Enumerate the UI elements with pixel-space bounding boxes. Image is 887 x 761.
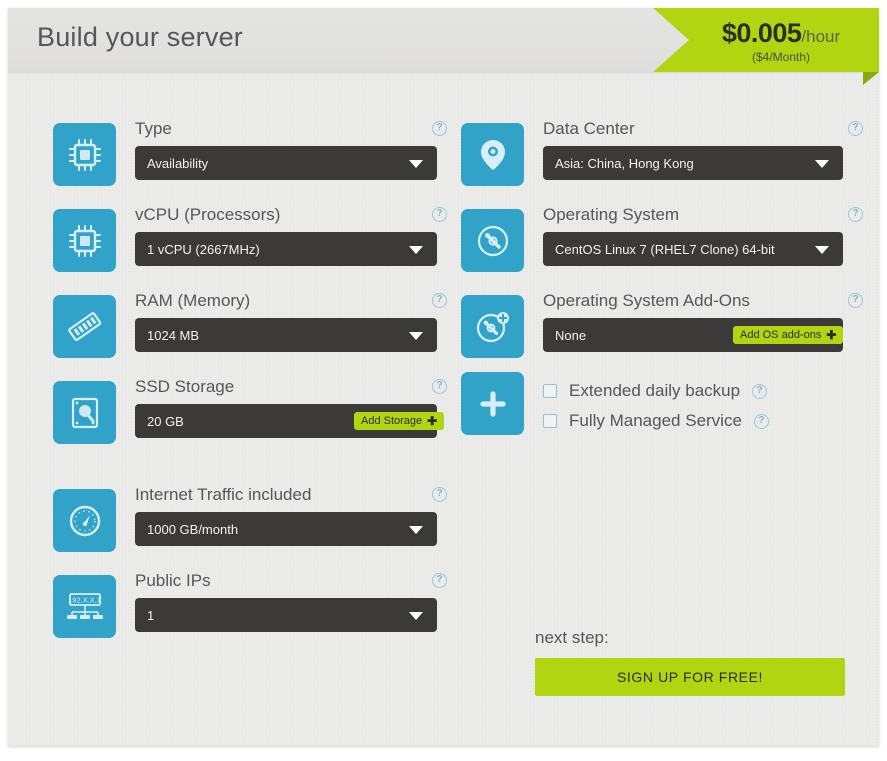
network-ip-icon: 192.X.X.X [53,575,116,638]
select-ram[interactable]: 1024 MB [135,318,437,352]
select-vcpu[interactable]: 1 vCPU (2667MHz) [135,232,437,266]
field-type: Type ? Availability [45,108,447,186]
price-monthly: ($4/Month) [751,50,811,64]
checkbox-fully-managed-service[interactable] [543,414,557,428]
select-value: 20 GB [147,413,184,429]
help-icon[interactable]: ? [432,487,447,502]
chevron-down-icon [409,526,423,534]
checkbox-extended-daily-backup[interactable] [543,384,557,398]
select-value: Asia: China, Hong Kong [555,155,694,171]
cpu-chip-icon [53,123,116,186]
help-icon[interactable]: ? [848,121,863,136]
chevron-down-icon [409,246,423,254]
speedometer-icon [53,489,116,552]
field-body: Type ? Availability [135,108,447,180]
field-label-os-addons: Operating System Add-Ons [543,291,750,310]
field-body: Public IPs ? 1 [135,560,447,632]
field-body: Operating System Add-Ons ? None Add OS a… [543,280,863,352]
help-icon[interactable]: ? [432,293,447,308]
price-main: $0.005/hour [653,18,879,49]
chevron-down-icon [409,612,423,620]
field-vcpu: vCPU (Processors) ? 1 vCPU (2667MHz) [45,194,447,272]
help-icon[interactable]: ? [432,207,447,222]
help-icon[interactable]: ? [848,207,863,222]
add-os-addons-button[interactable]: Add OS add-ons ✚ [733,326,844,344]
price-amount: $0.005 [721,18,802,48]
price-ribbon-fold [863,72,879,85]
select-data-center[interactable]: Asia: China, Hong Kong [543,146,843,180]
map-pin-icon [461,123,524,186]
chevron-down-icon [815,160,829,168]
help-icon[interactable]: ? [753,413,769,429]
hard-drive-icon [53,381,116,444]
field-label-operating-system: Operating System [543,205,680,224]
help-icon[interactable]: ? [848,293,863,308]
select-value: CentOS Linux 7 (RHEL7 Clone) 64-bit [555,241,775,257]
field-operating-system: Operating System ? CentOS Linux 7 (RHEL7… [453,194,863,272]
chevron-down-icon [409,332,423,340]
addon-label: Fully Managed Service [569,411,742,430]
select-value: 1024 MB [147,327,200,343]
field-label-data-center: Data Center [543,119,635,138]
cpu-chip-icon [53,209,116,272]
addon-row-fully-managed-service[interactable]: Fully Managed Service ? [543,406,853,436]
field-body: Data Center ? Asia: China, Hong Kong [543,108,863,180]
help-icon[interactable]: ? [432,121,447,136]
page-title: Build your server [37,22,243,52]
select-internet-traffic[interactable]: 1000 GB/month [135,512,437,546]
field-label-type: Type [135,119,172,138]
network-ip-icon-text: 192.X.X.X [68,595,102,604]
memory-stick-icon [53,295,116,358]
field-label-vcpu: vCPU (Processors) [135,205,281,224]
select-value: 1 vCPU (2667MHz) [147,241,260,257]
chevron-down-icon [815,246,829,254]
field-label-internet-traffic: Internet Traffic included [135,485,312,504]
field-body: Operating System ? CentOS Linux 7 (RHEL7… [543,194,863,266]
configurator-panel: Build your server $0.005/hour ($4/Month) [8,8,879,746]
help-icon[interactable]: ? [432,379,447,394]
field-body: SSD Storage ? 20 GB Add Storage ✚ [135,366,447,438]
addons-checkbox-list: Extended daily backup ? Fully Managed Se… [543,372,853,436]
disc-icon [461,209,524,272]
next-step-label: next step: [535,628,609,647]
signup-button[interactable]: SIGN UP FOR FREE! [535,658,845,696]
add-storage-button[interactable]: Add Storage ✚ [354,412,445,430]
plus-icon: ✚ [826,328,837,342]
plus-icon: ✚ [427,414,438,428]
field-internet-traffic: Internet Traffic included ? 1000 GB/mont… [45,474,447,552]
build-server-page: Build your server $0.005/hour ($4/Month) [0,0,887,761]
plus-icon [461,372,524,435]
field-body: Internet Traffic included ? 1000 GB/mont… [135,474,447,546]
add-os-addons-label: Add OS add-ons [740,329,822,341]
left-column: Type ? Availability vCPU (Processors) ? … [45,108,447,646]
add-storage-label: Add Storage [361,415,423,427]
field-ssd-storage: SSD Storage ? 20 GB Add Storage ✚ [45,366,447,444]
select-value: None [555,327,587,343]
select-type[interactable]: Availability [135,146,437,180]
help-icon[interactable]: ? [432,573,447,588]
select-operating-system[interactable]: CentOS Linux 7 (RHEL7 Clone) 64-bit [543,232,843,266]
disc-plus-icon [461,295,524,358]
field-label-public-ips: Public IPs [135,571,211,590]
right-column: Data Center ? Asia: China, Hong Kong Ope… [453,108,863,696]
field-label-ssd-storage: SSD Storage [135,377,235,396]
chevron-down-icon [409,160,423,168]
field-label-ram: RAM (Memory) [135,291,251,310]
field-body: RAM (Memory) ? 1024 MB [135,280,447,352]
help-icon[interactable]: ? [752,383,768,399]
price-unit: /hour [801,27,841,46]
addon-label: Extended daily backup [569,381,741,400]
addons-group: Extended daily backup ? Fully Managed Se… [453,372,853,438]
field-body: vCPU (Processors) ? 1 vCPU (2667MHz) [135,194,447,266]
field-ram: RAM (Memory) ? 1024 MB [45,280,447,358]
select-value: 1000 GB/month [147,521,239,537]
field-public-ips: 192.X.X.X Public IPs ? 1 [45,560,447,638]
field-data-center: Data Center ? Asia: China, Hong Kong [453,108,863,186]
select-public-ips[interactable]: 1 [135,598,437,632]
addon-row-extended-daily-backup[interactable]: Extended daily backup ? [543,376,853,406]
select-value: 1 [147,607,155,623]
next-step-section: next step: SIGN UP FOR FREE! [535,628,845,696]
select-value: Availability [147,155,209,171]
field-os-addons: Operating System Add-Ons ? None Add OS a… [453,280,863,358]
